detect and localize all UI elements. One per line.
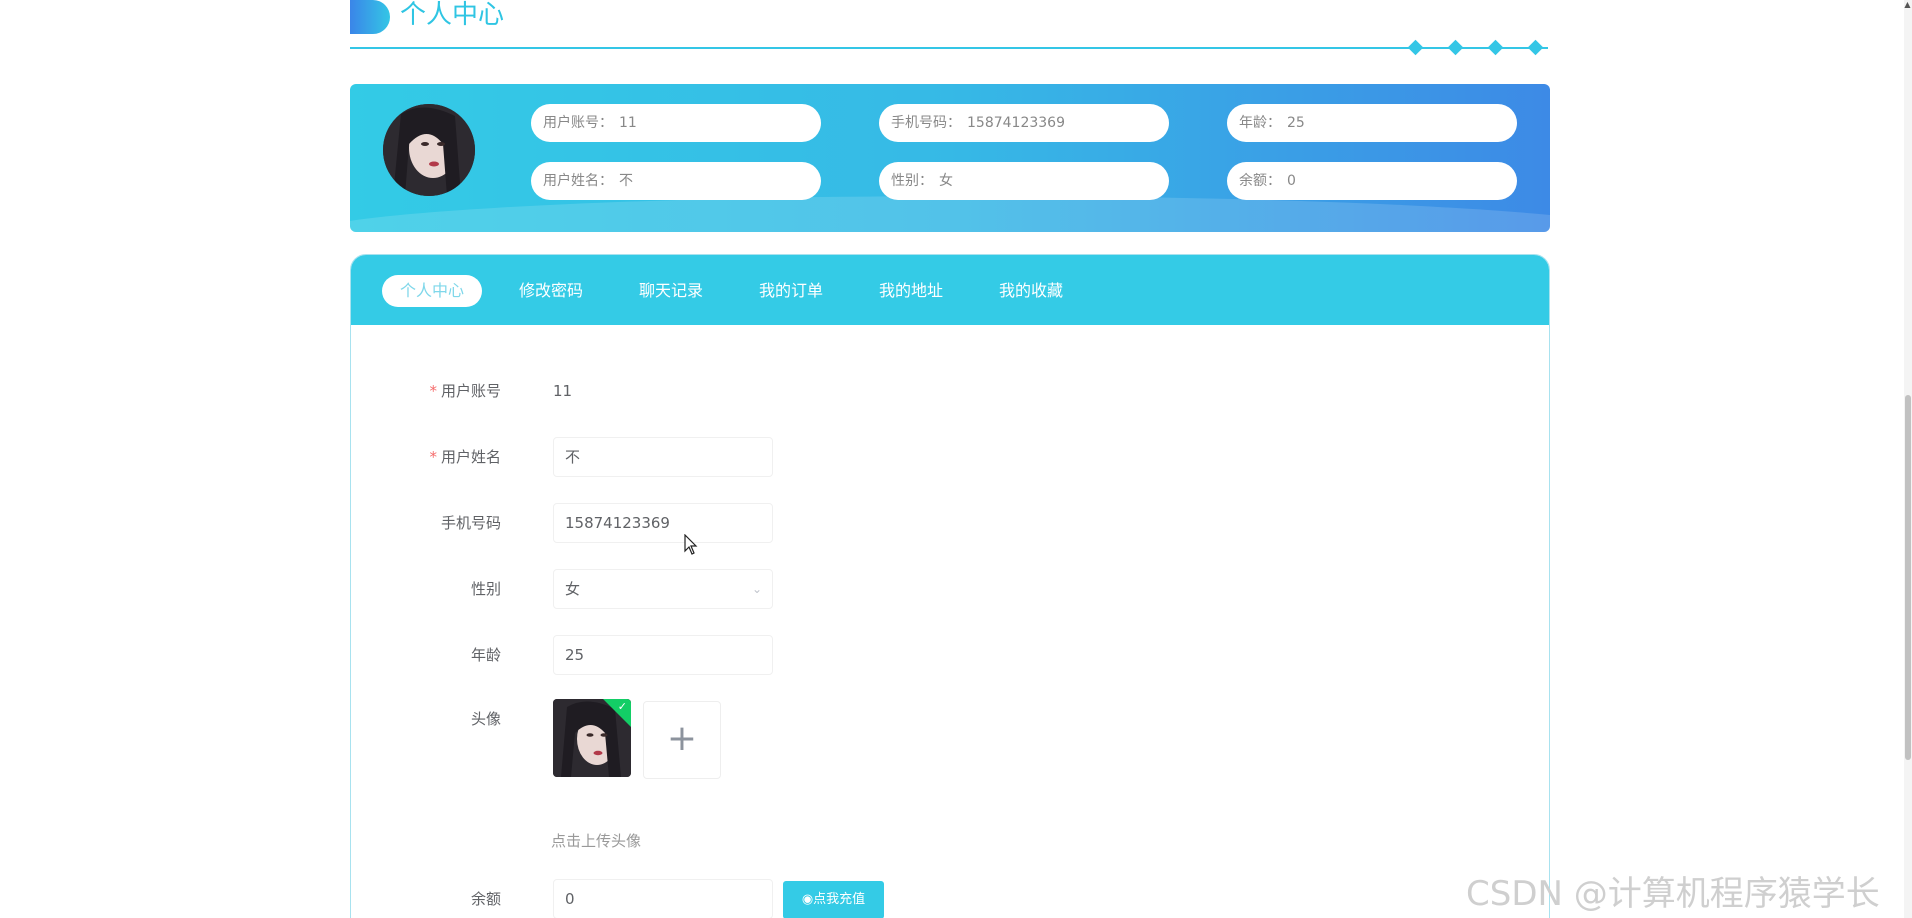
recharge-icon: ◉ <box>801 892 814 907</box>
title-divider <box>350 47 1548 49</box>
phone-input[interactable]: 15874123369 <box>553 503 773 543</box>
mouse-cursor-icon <box>684 534 698 555</box>
tab-my-address[interactable]: 我的地址 <box>879 275 943 307</box>
account-value: 11 <box>553 382 573 400</box>
tab-profile[interactable]: 个人中心 <box>382 275 483 307</box>
title-accent-mark <box>350 0 390 34</box>
chevron-down-icon: ⌄ <box>751 582 762 596</box>
phone-label: 手机号码 <box>440 514 501 532</box>
age-label: 年龄 <box>470 646 501 664</box>
name-label: * 用户姓名 <box>429 448 501 466</box>
tab-change-password[interactable]: 修改密码 <box>519 275 583 307</box>
card-wave-decoration <box>350 196 1550 232</box>
form-row-avatar: 头像 ✓ + <box>351 699 1549 789</box>
account-label: * 用户账号 <box>429 382 501 400</box>
scrollbar-thumb[interactable] <box>1905 395 1911 760</box>
avatar <box>383 104 475 196</box>
gender-label: 性别 <box>470 580 501 598</box>
balance-label: 余额 <box>470 890 501 908</box>
uploaded-avatar-thumbnail[interactable]: ✓ <box>553 699 631 777</box>
form-row-phone: 手机号码 15874123369 <box>351 503 1549 543</box>
page-root: 个人中心 用户账号： 11 手机号码： 15874123369 年龄： 25 用户姓名… <box>0 0 1912 918</box>
tab-bar: 个人中心 修改密码 聊天记录 我的订单 我的地址 我的收藏 <box>351 255 1549 325</box>
form-row-age: 年龄 25 <box>351 635 1549 675</box>
check-icon: ✓ <box>617 700 627 713</box>
diamond-icon <box>1527 39 1544 56</box>
upload-hint: 点击上传头像 <box>551 832 642 850</box>
name-input[interactable]: 不 <box>553 437 773 477</box>
avatar-image <box>383 104 475 196</box>
plus-icon: + <box>666 718 698 759</box>
info-age: 年龄： 25 <box>1227 104 1517 142</box>
form-row-name: * 用户姓名 不 <box>351 437 1549 477</box>
recharge-button[interactable]: ◉点我充值 <box>783 881 884 918</box>
gender-selected-value: 女 <box>565 580 581 598</box>
balance-input[interactable]: 0 <box>553 879 773 918</box>
age-input[interactable]: 25 <box>553 635 773 675</box>
user-info-card: 用户账号： 11 手机号码： 15874123369 年龄： 25 用户姓名：不 性别… <box>350 84 1550 232</box>
form-row-gender: 性别 女 ⌄ <box>351 569 1549 609</box>
page-header: 个人中心 <box>350 0 1550 56</box>
scroll-up-arrow-icon[interactable]: ▲ <box>1903 0 1912 10</box>
info-name: 用户姓名：不 <box>531 162 821 200</box>
avatar-label: 头像 <box>470 710 501 728</box>
upload-plus-button[interactable]: + <box>643 701 721 779</box>
tab-chat-history[interactable]: 聊天记录 <box>639 275 703 307</box>
diamond-icon <box>1487 39 1504 56</box>
form-row-balance: 余额 0 ◉点我充值 <box>351 879 1549 918</box>
diamond-icon <box>1447 39 1464 56</box>
tab-my-favorites[interactable]: 我的收藏 <box>999 275 1063 307</box>
profile-panel: 个人中心 修改密码 聊天记录 我的订单 我的地址 我的收藏 * 用户账号 11 *… <box>350 254 1550 918</box>
diamond-icon <box>1407 39 1424 56</box>
info-account: 用户账号： 11 <box>531 104 821 142</box>
info-gender: 性别：女 <box>879 162 1169 200</box>
watermark: CSDN @计算机程序猿学长 <box>1466 874 1880 914</box>
info-balance: 余额： 0 <box>1227 162 1517 200</box>
info-phone: 手机号码： 15874123369 <box>879 104 1169 142</box>
form-row-account: * 用户账号 11 <box>351 371 1549 411</box>
tab-my-orders[interactable]: 我的订单 <box>759 275 823 307</box>
gender-select[interactable]: 女 ⌄ <box>553 569 773 609</box>
page-title: 个人中心 <box>400 0 505 30</box>
